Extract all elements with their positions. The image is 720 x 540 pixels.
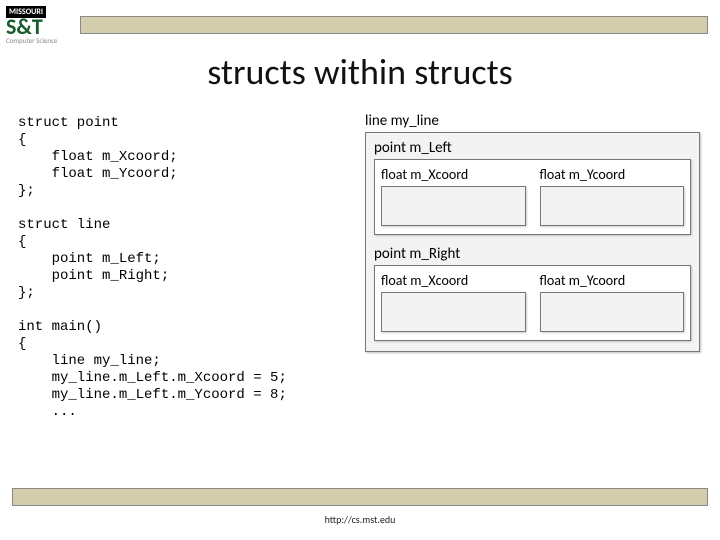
right-struct-box: float m_Xcoord float m_Ycoord [374,265,691,341]
left-x-label: float m_Xcoord [381,166,526,183]
memory-diagram: line my_line point m_Left float m_Xcoord… [365,112,700,352]
left-y-label: float m_Ycoord [540,166,685,183]
logo-subtitle: Computer Science [6,36,58,45]
right-y-label: float m_Ycoord [540,272,685,289]
slide-title: structs within structs [0,50,720,94]
right-x-value-box [381,292,526,332]
code-block: struct point { float m_Xcoord; float m_Y… [18,115,348,421]
right-struct-label: point m_Right [374,245,691,263]
outer-struct-box: point m_Left float m_Xcoord float m_Ycoo… [365,132,700,352]
right-y-value-box [540,292,685,332]
logo: MISSOURI S&T Computer Science [6,6,74,56]
left-y-value-box [540,186,685,226]
outer-struct-label: line my_line [365,112,700,130]
decorative-bottom-bar [12,488,708,506]
right-x-label: float m_Xcoord [381,272,526,289]
footer-url: http://cs.mst.edu [0,513,720,526]
left-x-value-box [381,186,526,226]
left-struct-box: float m_Xcoord float m_Ycoord [374,159,691,235]
left-struct-label: point m_Left [374,139,691,157]
decorative-top-bar [80,16,708,34]
